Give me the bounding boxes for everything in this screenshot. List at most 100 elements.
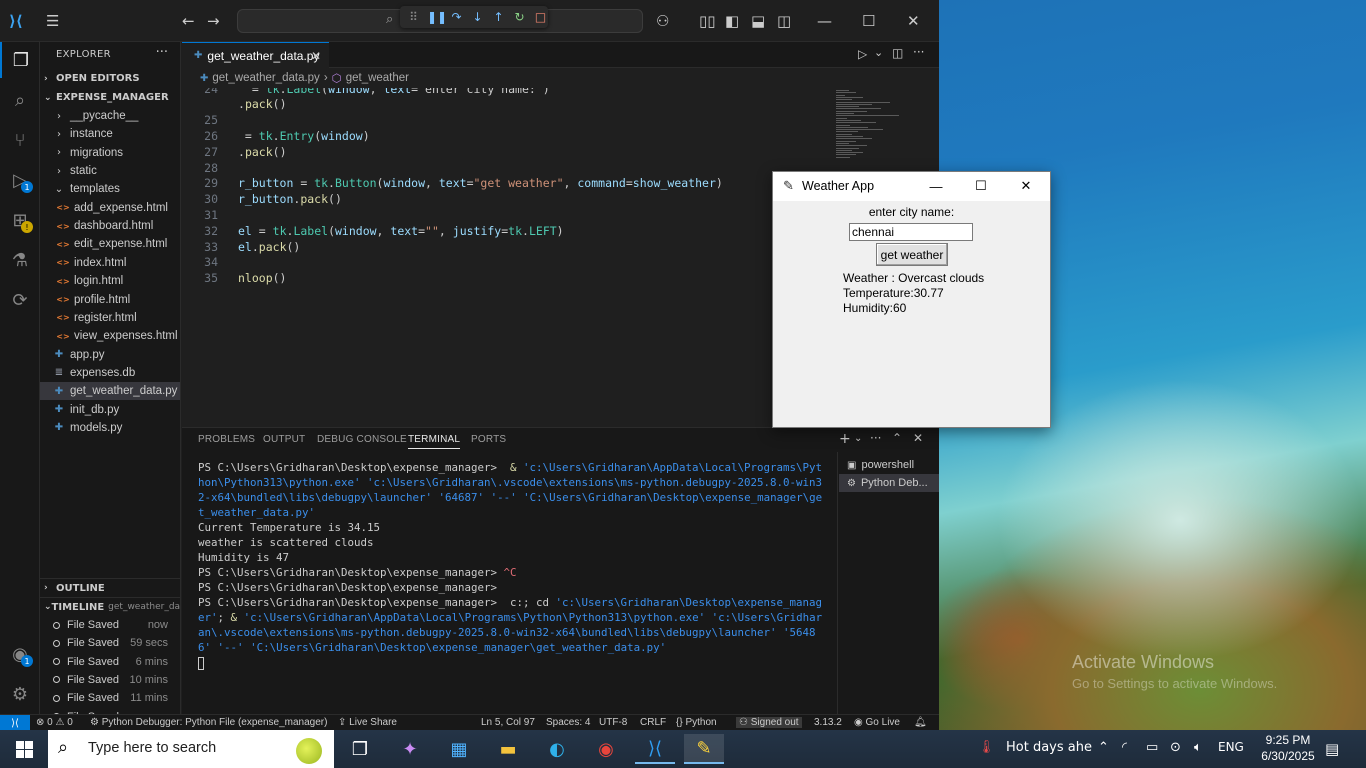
tree-item[interactable]: <> dashboard.html xyxy=(40,217,180,235)
timeline-item[interactable]: File Saved 6 mins xyxy=(40,653,180,671)
code-line[interactable]: nloop() xyxy=(238,271,286,285)
task-view-icon[interactable]: ❐ xyxy=(340,734,380,764)
tree-item[interactable]: › migrations xyxy=(40,144,180,162)
edge-browser-icon[interactable]: ◐ xyxy=(537,734,577,764)
breadcrumb-symbol[interactable]: get_weather xyxy=(346,72,409,84)
tree-item[interactable]: › instance xyxy=(40,125,180,143)
tab-problems[interactable]: PROBLEMS xyxy=(198,434,255,445)
weather-thermometer-icon[interactable]: 🌡︎ xyxy=(978,740,995,755)
tab-terminal[interactable]: TERMINAL xyxy=(408,434,461,449)
split-editor-icon[interactable]: ◫ xyxy=(892,46,903,60)
step-out-icon[interactable]: ↑ xyxy=(491,10,506,24)
tab-debug-console[interactable]: DEBUG CONSOLE xyxy=(317,434,407,445)
copilot-icon[interactable]: ⚇ xyxy=(656,11,669,31)
code-line[interactable]: r_button.pack() xyxy=(238,192,342,206)
panel-more-icon[interactable]: ··· xyxy=(870,431,881,445)
code-line[interactable]: el.pack() xyxy=(238,240,300,254)
maximize-icon[interactable]: ☐ xyxy=(862,11,875,31)
more-actions-icon[interactable]: ··· xyxy=(156,45,168,60)
tree-item[interactable]: ✚ get_weather_data.py xyxy=(40,382,180,401)
code-editor[interactable]: 24 = tk.Label(window, text= enter city n… xyxy=(182,88,832,423)
go-live-status[interactable]: ◉ Go Live xyxy=(854,717,900,728)
tree-item[interactable]: <> register.html xyxy=(40,309,180,327)
encoding[interactable]: UTF-8 xyxy=(599,717,627,728)
cursor-position[interactable]: Ln 5, Col 97 xyxy=(481,717,535,728)
toggle-panel-icon[interactable]: ⬓ xyxy=(751,11,765,31)
tree-item[interactable]: › __pycache__ xyxy=(40,107,180,125)
show-hidden-icons-icon[interactable]: ⌃ xyxy=(1098,740,1109,755)
timeline-section[interactable]: ⌄TIMELINEget_weather_dat... xyxy=(40,597,180,616)
run-dropdown-icon[interactable]: ⌄ xyxy=(874,46,883,59)
editor-more-icon[interactable]: ··· xyxy=(913,45,924,59)
terminal-prompt-line[interactable] xyxy=(198,655,826,670)
language-mode[interactable]: {} Python xyxy=(676,717,717,728)
tree-item[interactable]: <> index.html xyxy=(40,254,180,272)
close-panel-icon[interactable]: ✕ xyxy=(913,431,923,445)
timeline-item[interactable]: File Saved 10 mins xyxy=(40,671,180,689)
end-of-line[interactable]: CRLF xyxy=(640,717,666,728)
tree-item[interactable]: <> login.html xyxy=(40,272,180,290)
testing-icon[interactable]: ⚗ xyxy=(0,242,40,278)
notification-center-icon[interactable]: ▤ xyxy=(1325,740,1339,758)
system-clock[interactable]: 9:25 PM 6/30/2025 xyxy=(1258,732,1318,764)
explorer-icon[interactable]: ❐ xyxy=(0,42,40,78)
volume-icon[interactable]: 🔈︎ xyxy=(1194,740,1202,755)
toggle-sidebar-icon[interactable]: ◧ xyxy=(725,11,739,31)
terminal-instance[interactable]: ⚙ Python Deb... xyxy=(839,474,939,492)
tab-close-icon[interactable]: ✕ xyxy=(311,49,321,63)
terminal-dropdown-icon[interactable]: ⌄ xyxy=(854,433,862,444)
indentation[interactable]: Spaces: 4 xyxy=(546,717,590,728)
debug-status[interactable]: ⚙ Python Debugger: Python File (expense_… xyxy=(90,717,327,728)
tree-item[interactable]: ✚ models.py xyxy=(40,419,180,437)
timeline-item[interactable]: File Saved 59 secs xyxy=(40,634,180,652)
breadcrumb-file[interactable]: get_weather_data.py xyxy=(212,72,319,84)
drag-handle-icon[interactable]: ⠿ xyxy=(406,10,421,24)
tree-item[interactable]: ✚ init_db.py xyxy=(40,401,180,419)
python-taskbar-icon[interactable]: ✎ xyxy=(684,734,724,764)
customize-layout-icon[interactable]: ▯▯ xyxy=(699,11,716,31)
settings-gear-icon[interactable]: ⚙ xyxy=(0,676,40,712)
close-icon[interactable]: ✕ xyxy=(1011,176,1041,196)
chrome-browser-icon[interactable]: ◉ xyxy=(586,734,626,764)
project-folder-section[interactable]: ⌄ EXPENSE_MANAGER xyxy=(40,88,180,107)
tree-item[interactable]: ✚ app.py xyxy=(40,346,180,364)
code-line[interactable]: = tk.Entry(window) xyxy=(238,129,370,143)
source-control-icon[interactable]: ⑂ xyxy=(0,122,40,158)
code-line[interactable]: = tk.Label(window, text= enter city name… xyxy=(238,88,550,96)
terminal-output[interactable]: PS C:\Users\Gridharan\Desktop\expense_ma… xyxy=(198,460,826,670)
menu-hamburger-icon[interactable]: ☰ xyxy=(46,11,59,31)
minimize-icon[interactable]: — xyxy=(921,176,951,196)
tab-output[interactable]: OUTPUT xyxy=(263,434,305,445)
python-version[interactable]: 3.13.2 xyxy=(814,717,842,728)
vscode-taskbar-icon[interactable]: ⟩⟨ xyxy=(635,734,675,764)
forward-arrow-icon[interactable]: → xyxy=(207,11,220,31)
code-line[interactable]: el = tk.Label(window, text="", justify=t… xyxy=(238,224,564,238)
tree-item[interactable]: › static xyxy=(40,162,180,180)
city-name-input[interactable]: chennai xyxy=(849,223,973,241)
get-weather-button[interactable]: get weather xyxy=(876,243,948,266)
accounts-icon[interactable]: ◉ 1 xyxy=(0,636,40,672)
tree-item[interactable]: <> view_expenses.html xyxy=(40,327,180,345)
open-editors-section[interactable]: › OPEN EDITORS xyxy=(40,69,180,88)
battery-icon[interactable]: ▭ xyxy=(1146,740,1158,755)
tree-item[interactable]: <> edit_expense.html xyxy=(40,235,180,253)
timeline-item[interactable]: File Saved now xyxy=(40,616,180,634)
toggle-secondary-sidebar-icon[interactable]: ◫ xyxy=(777,11,791,31)
input-language[interactable]: ENG xyxy=(1218,740,1244,754)
step-into-icon[interactable]: ↓ xyxy=(470,10,485,24)
tree-item[interactable]: ⌄ templates xyxy=(40,180,180,198)
tree-item[interactable]: <> profile.html xyxy=(40,291,180,309)
start-button[interactable] xyxy=(0,730,48,768)
microsoft-store-icon[interactable]: ▦ xyxy=(439,734,479,764)
run-debug-icon[interactable]: ▷ 1 xyxy=(0,162,40,198)
back-arrow-icon[interactable]: ← xyxy=(182,11,195,31)
copilot-app-icon[interactable]: ✦ xyxy=(390,734,430,764)
taskbar-search-box[interactable]: ⌕ Type here to search xyxy=(48,730,334,768)
code-line[interactable]: .pack() xyxy=(238,97,287,111)
notifications-bell-icon[interactable]: 🔔︎ xyxy=(914,717,927,728)
terminal-instance[interactable]: ▣ powershell xyxy=(839,456,939,474)
code-line[interactable]: r_button = tk.Button(window, text="get w… xyxy=(238,176,723,190)
run-file-icon[interactable]: ▷ xyxy=(858,47,867,61)
step-over-icon[interactable]: ↷ xyxy=(449,10,464,24)
search-highlight-icon[interactable] xyxy=(296,738,322,764)
